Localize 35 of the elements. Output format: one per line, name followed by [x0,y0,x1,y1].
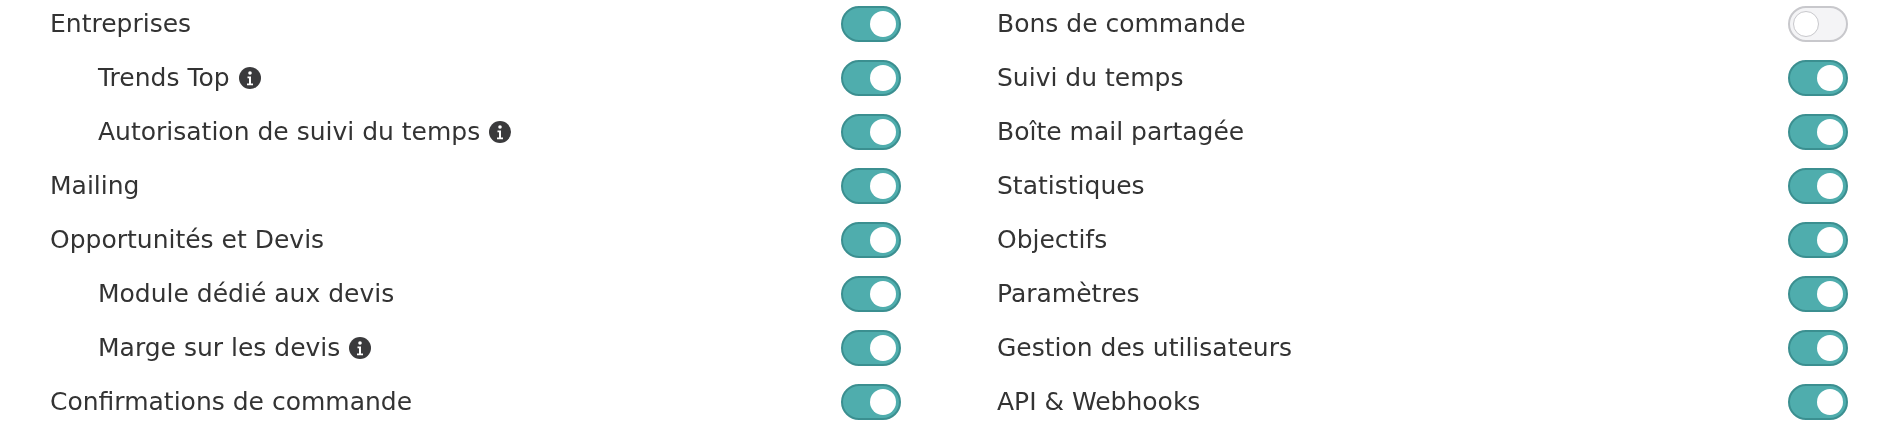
setting-label: Objectifs [997,224,1108,257]
setting-label: Entreprises [50,8,192,41]
setting-label: Mailing [50,170,140,203]
setting-label: Trends Top [98,62,230,95]
toggle-switch[interactable] [1788,384,1848,420]
info-icon[interactable] [237,66,262,90]
info-icon[interactable] [488,120,513,144]
info-icon[interactable] [348,336,373,360]
setting-label: Autorisation de suivi du temps [98,116,481,149]
toggle-switch[interactable] [1788,276,1848,312]
setting-label: Suivi du temps [997,62,1184,95]
toggle-switch[interactable] [1788,6,1848,42]
toggle-switch[interactable] [1788,330,1848,366]
setting-label: Paramètres [997,278,1140,311]
setting-label: Module dédié aux devis [98,278,395,311]
toggle-switch[interactable] [841,222,901,258]
setting-label: Marge sur les devis [98,332,341,365]
toggle-switch[interactable] [841,6,901,42]
toggle-switch[interactable] [1788,60,1848,96]
setting-label: Bons de commande [997,8,1246,41]
setting-label: API & Webhooks [997,386,1201,419]
toggle-switch[interactable] [1788,222,1848,258]
toggle-switch[interactable] [1788,114,1848,150]
setting-label: Gestion des utilisateurs [997,332,1292,365]
toggle-switch[interactable] [841,114,901,150]
setting-label: Opportunités et Devis [50,224,325,257]
toggle-switch[interactable] [841,60,901,96]
toggle-switch[interactable] [841,276,901,312]
setting-label: Confirmations de commande [50,386,413,419]
toggle-switch[interactable] [841,384,901,420]
toggle-switch[interactable] [1788,168,1848,204]
setting-label: Statistiques [997,170,1145,203]
toggle-switch[interactable] [841,168,901,204]
setting-label: Boîte mail partagée [997,116,1245,149]
toggle-switch[interactable] [841,330,901,366]
